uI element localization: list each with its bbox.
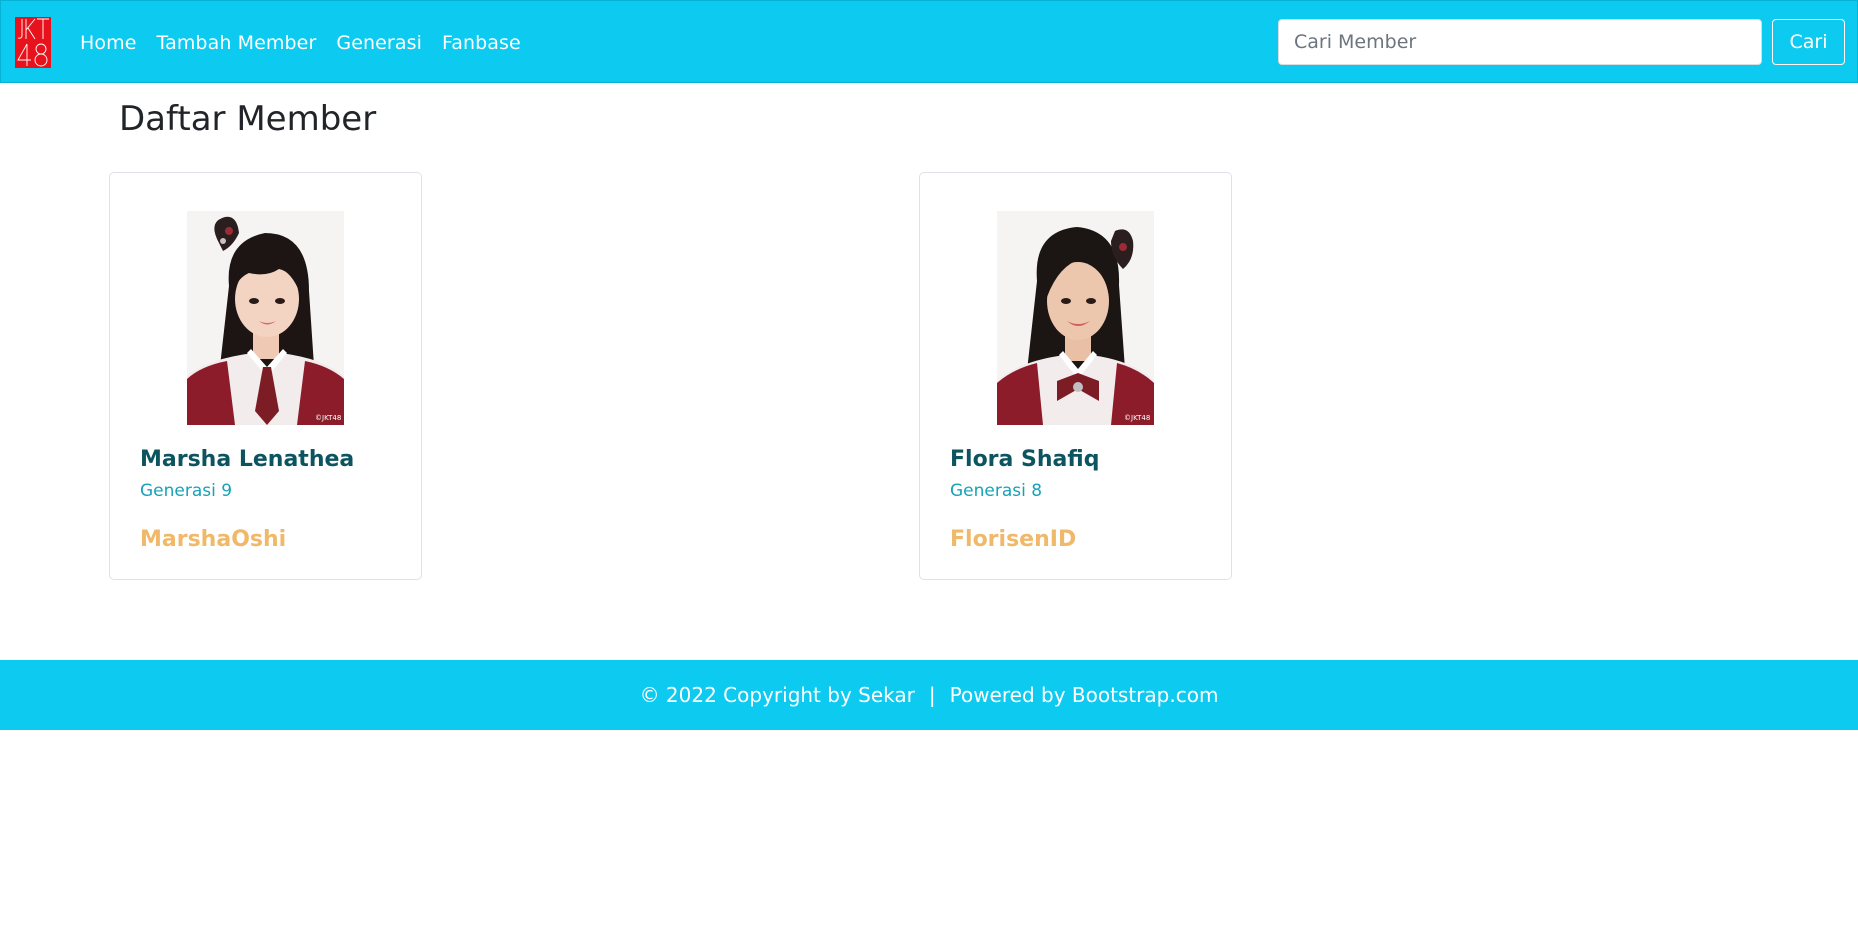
member-photo-image: ©JKT48	[187, 211, 344, 425]
footer-copyright: © 2022 Copyright by Sekar	[639, 683, 915, 707]
member-fanbase-link[interactable]: MarshaOshi	[140, 527, 286, 552]
member-name: Flora Shafiq	[950, 447, 1100, 472]
member-photo: ©JKT48	[997, 211, 1154, 425]
member-name: Marsha Lenathea	[140, 447, 355, 472]
member-card: ©JKT48 Marsha Lenathea Generasi 9 Marsha…	[109, 172, 422, 580]
member-photo-image: ©JKT48	[997, 211, 1154, 425]
nav-generasi[interactable]: Generasi	[336, 32, 422, 54]
nav-links: Home Tambah Member Generasi Fanbase	[80, 27, 541, 59]
footer: © 2022 Copyright by Sekar | Powered by B…	[0, 660, 1858, 730]
member-generation: Generasi 8	[950, 481, 1043, 501]
photo-watermark: ©JKT48	[1124, 414, 1150, 422]
member-generation: Generasi 9	[140, 481, 233, 501]
member-fanbase-link[interactable]: FlorisenID	[950, 527, 1076, 552]
photo-watermark: ©JKT48	[315, 414, 341, 422]
nav-tambah-member[interactable]: Tambah Member	[157, 32, 317, 54]
search-button[interactable]: Cari	[1772, 19, 1845, 65]
nav-home[interactable]: Home	[80, 32, 137, 54]
search-input[interactable]	[1278, 19, 1762, 65]
jkt48-logo[interactable]	[15, 17, 51, 68]
member-card: ©JKT48 Flora Shafiq Generasi 8 FlorisenI…	[919, 172, 1232, 580]
top-navbar: Home Tambah Member Generasi Fanbase Cari	[0, 0, 1858, 83]
page-title: Daftar Member	[119, 99, 377, 139]
jkt48-logo-mark	[15, 17, 51, 68]
member-photo: ©JKT48	[187, 211, 344, 425]
footer-powered-by: Powered by Bootstrap.com	[949, 683, 1219, 707]
nav-fanbase[interactable]: Fanbase	[442, 32, 521, 54]
footer-separator: |	[928, 683, 936, 707]
